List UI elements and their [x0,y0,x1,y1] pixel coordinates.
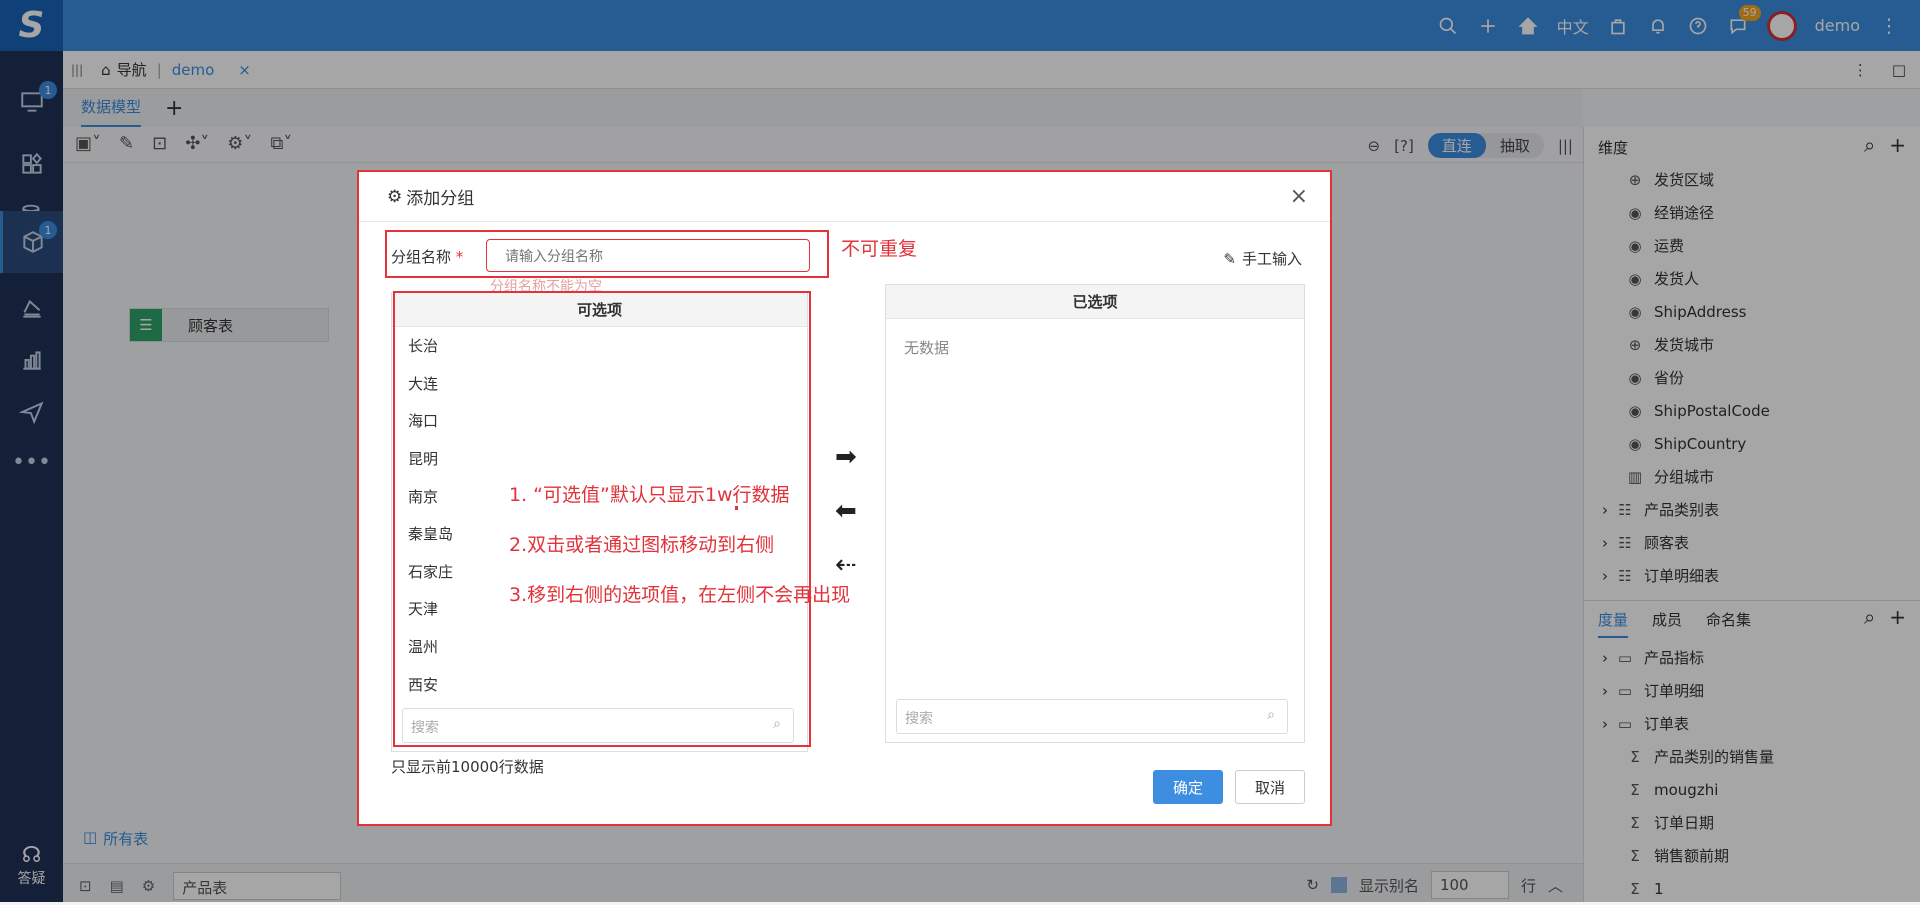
annotation-dot [735,506,738,510]
arrow-left-icon[interactable]: ⬅ [835,496,857,526]
dialog-header: ⚙ 添加分组 × [359,172,1330,222]
manual-input-label: 手工输入 [1241,250,1302,268]
annotation-box-available [393,291,811,747]
dialog-title-text: 添加分组 [406,189,475,209]
selected-search-input[interactable]: 搜索 ⌕ [896,699,1288,734]
no-data-text: 无数据 [904,339,950,357]
cancel-button[interactable]: 取消 [1235,770,1305,804]
annotation-1: 1. “可选值”默认只显示1w行数据 [509,484,790,506]
row-limit-note: 只显示前10000行数据 [391,758,544,776]
search-icon[interactable]: ⌕ [1267,707,1275,723]
annotation-unique: 不可重复 [841,238,918,260]
annotation-3: 3.移到右侧的选项值，在左侧不会再出现 [509,584,851,606]
arrow-right-icon[interactable]: ➡ [835,442,857,472]
annotation-2: 2.双击或者通过图标移动到右侧 [509,534,775,556]
gear-icon: ⚙ [387,186,403,207]
confirm-button[interactable]: 确定 [1153,770,1223,804]
transfer-buttons: ➡ ⬅ ⇠ [835,442,857,580]
manual-input-button[interactable]: ✎ 手工输入 [1223,248,1302,269]
selected-title: 已选项 [886,285,1304,319]
selected-panel: 已选项 无数据 搜索 ⌕ [885,284,1305,743]
arrow-left-all-icon[interactable]: ⇠ [835,550,857,580]
group-name-input[interactable] [486,239,810,272]
dialog-title: ⚙ 添加分组 [387,184,475,210]
add-group-dialog: ⚙ 添加分组 × 分组名称 * 分组名称不能为空 不可重复 ✎ 手工输入 可选项… [357,170,1332,826]
group-name-label-text: 分组名称 [391,248,452,266]
edit-icon: ✎ [1223,249,1236,268]
required-mark: * [455,248,464,266]
search-placeholder: 搜索 [905,711,933,727]
group-name-label: 分组名称 * [391,246,463,267]
close-icon[interactable]: × [1290,184,1308,209]
